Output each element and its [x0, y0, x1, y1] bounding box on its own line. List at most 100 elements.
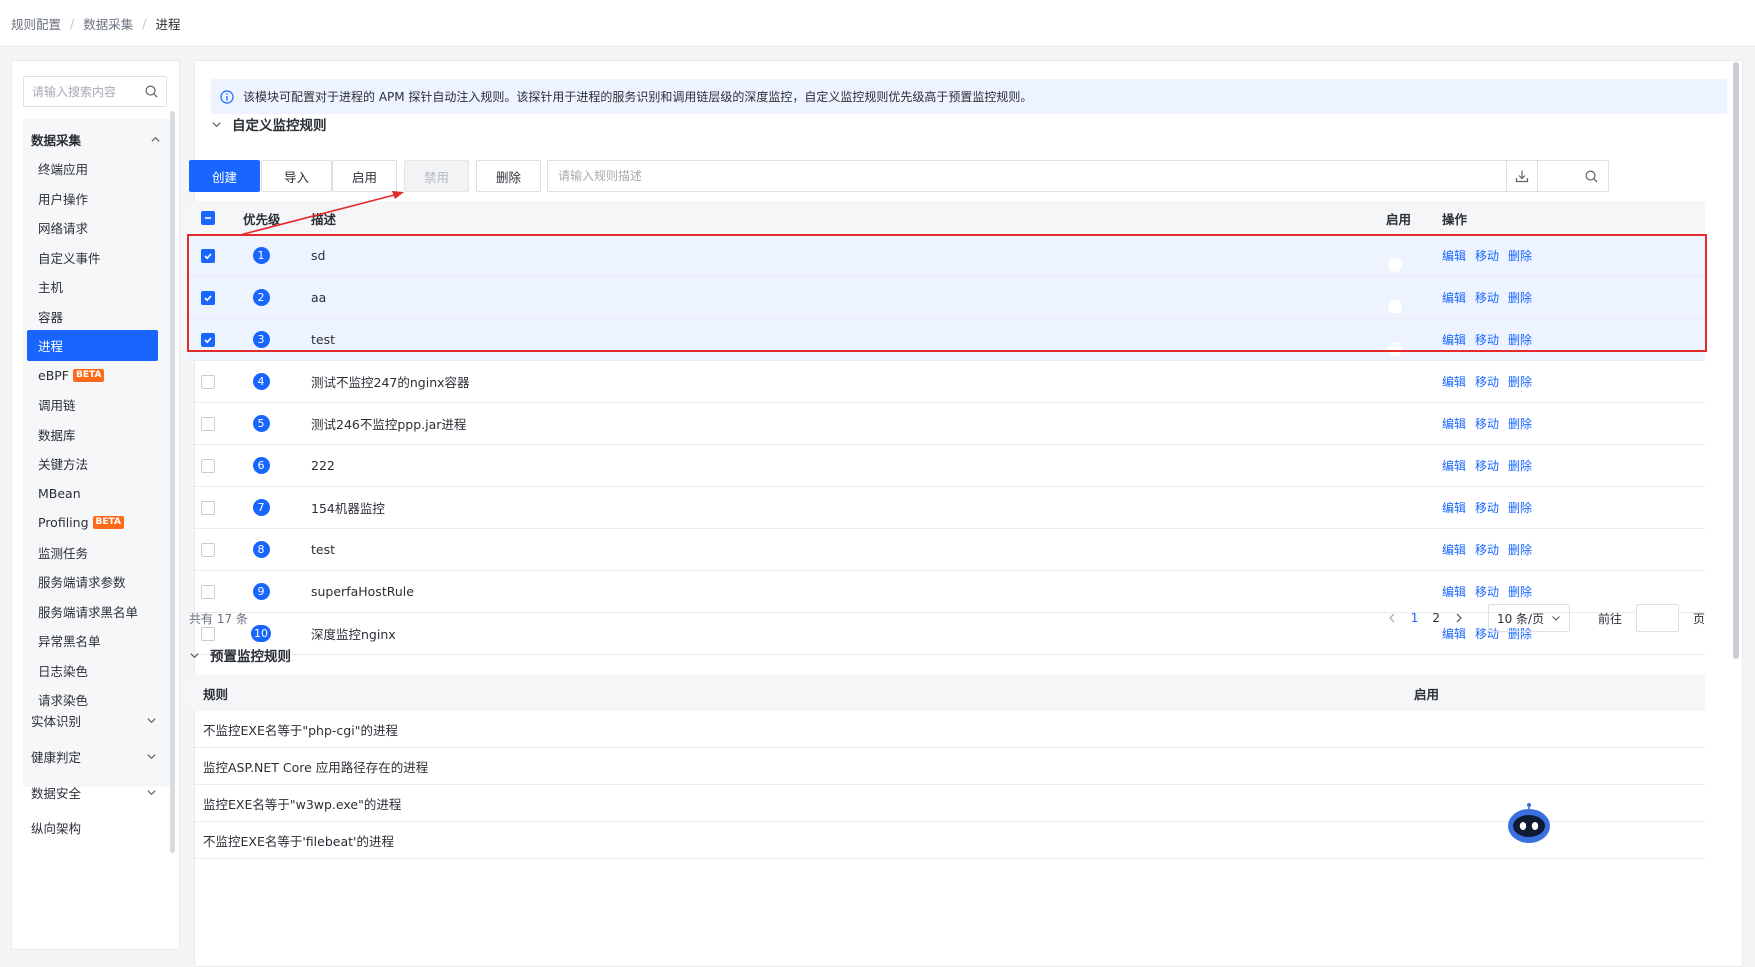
- sidebar-item-database[interactable]: 数据库: [27, 419, 158, 450]
- custom-section-header[interactable]: 自定义监控规则: [211, 115, 327, 134]
- beta-badge: BETA: [73, 369, 105, 382]
- sidebar-category-entity[interactable]: 实体识别: [23, 700, 165, 740]
- row-checkbox[interactable]: [201, 500, 215, 515]
- actions-cell: 编辑 移动 删除: [1442, 331, 1532, 348]
- move-link[interactable]: 移动: [1475, 247, 1499, 264]
- delete-link[interactable]: 删除: [1508, 331, 1532, 348]
- sidebar-item-server-blacklist[interactable]: 服务端请求黑名单: [27, 596, 158, 627]
- sidebar-search[interactable]: [23, 76, 167, 107]
- delete-link[interactable]: 删除: [1508, 457, 1532, 474]
- breadcrumb-item-collection[interactable]: 数据采集: [83, 14, 133, 33]
- table-header: 规则 启用: [189, 675, 1705, 711]
- row-checkbox[interactable]: [201, 416, 215, 431]
- edit-link[interactable]: 编辑: [1442, 247, 1466, 264]
- import-button[interactable]: 导入: [261, 160, 332, 192]
- column-header-desc: 描述: [311, 211, 337, 227]
- download-button[interactable]: [1506, 160, 1538, 192]
- chevron-right-icon[interactable]: [1454, 613, 1464, 623]
- description-cell: 154机器监控: [311, 501, 385, 516]
- sidebar-item-key-method[interactable]: 关键方法: [27, 448, 158, 479]
- sidebar-item-monitor-task[interactable]: 监测任务: [27, 537, 158, 568]
- edit-link[interactable]: 编辑: [1442, 583, 1466, 600]
- priority-badge: 2: [252, 289, 270, 306]
- row-checkbox[interactable]: [201, 542, 215, 557]
- sidebar-scrollbar[interactable]: [170, 111, 175, 853]
- sidebar-item-server-params[interactable]: 服务端请求参数: [27, 566, 158, 597]
- sidebar-item-custom-event[interactable]: 自定义事件: [27, 242, 158, 273]
- sidebar-category-health[interactable]: 健康判定: [23, 736, 165, 776]
- sidebar-item-log-coloring[interactable]: 日志染色: [27, 655, 158, 686]
- sidebar-item-terminal-app[interactable]: 终端应用: [27, 153, 158, 184]
- sidebar-item-user-action[interactable]: 用户操作: [27, 183, 158, 214]
- row-checkbox[interactable]: [201, 584, 215, 599]
- total-count: 共有 17 条: [189, 611, 248, 626]
- chevron-up-icon: [151, 136, 160, 142]
- delete-link[interactable]: 删除: [1508, 415, 1532, 432]
- move-link[interactable]: 移动: [1475, 583, 1499, 600]
- sidebar-item-ebpf[interactable]: eBPF BETA: [27, 360, 158, 391]
- sidebar-item-host[interactable]: 主机: [27, 271, 158, 302]
- page-2[interactable]: 2: [1432, 611, 1440, 625]
- delete-link[interactable]: 删除: [1508, 583, 1532, 600]
- row-checkbox[interactable]: [201, 248, 215, 263]
- sidebar-item-mbean[interactable]: MBean: [27, 478, 158, 509]
- goto-page-input[interactable]: [1635, 604, 1679, 632]
- move-link[interactable]: 移动: [1475, 373, 1499, 390]
- delete-link[interactable]: 删除: [1508, 247, 1532, 264]
- select-all-checkbox[interactable]: [201, 211, 215, 225]
- column-header-enabled: 启用: [1414, 686, 1440, 702]
- delete-link[interactable]: 删除: [1508, 541, 1532, 558]
- move-link[interactable]: 移动: [1475, 457, 1499, 474]
- move-link[interactable]: 移动: [1475, 331, 1499, 348]
- delete-button[interactable]: 删除: [476, 160, 541, 192]
- edit-link[interactable]: 编辑: [1442, 289, 1466, 306]
- sidebar-category-security[interactable]: 数据安全: [23, 772, 165, 812]
- delete-link[interactable]: 删除: [1508, 499, 1532, 516]
- move-link[interactable]: 移动: [1475, 499, 1499, 516]
- delete-link[interactable]: 删除: [1508, 373, 1532, 390]
- create-button[interactable]: 创建: [189, 160, 260, 192]
- row-checkbox[interactable]: [201, 458, 215, 473]
- row-checkbox[interactable]: [201, 374, 215, 389]
- sidebar-item-trace[interactable]: 调用链: [27, 389, 158, 420]
- edit-link[interactable]: 编辑: [1442, 331, 1466, 348]
- edit-link[interactable]: 编辑: [1442, 457, 1466, 474]
- rule-filter[interactable]: [547, 160, 1609, 192]
- page-size-select[interactable]: 10 条/页: [1487, 604, 1570, 632]
- enable-button[interactable]: 启用: [332, 160, 397, 192]
- edit-link[interactable]: 编辑: [1442, 415, 1466, 432]
- sidebar-item-network-request[interactable]: 网络请求: [27, 212, 158, 243]
- move-link[interactable]: 移动: [1475, 541, 1499, 558]
- main-scrollbar[interactable]: [1733, 62, 1739, 659]
- priority-badge: 1: [252, 247, 270, 264]
- sidebar-item-profiling[interactable]: Profiling BETA: [27, 507, 158, 538]
- rule-filter-input[interactable]: [558, 169, 1558, 183]
- delete-link[interactable]: 删除: [1508, 289, 1532, 306]
- edit-link[interactable]: 编辑: [1442, 541, 1466, 558]
- chevron-left-icon[interactable]: [1387, 613, 1397, 623]
- actions-cell: 编辑 移动 删除: [1442, 541, 1532, 558]
- move-link[interactable]: 移动: [1475, 415, 1499, 432]
- page-1[interactable]: 1: [1411, 611, 1419, 625]
- sidebar: 数据采集 终端应用 用户操作 网络请求 自定义事件 主机 容器 进程 eBPF B…: [11, 60, 180, 950]
- sidebar-category-label: 纵向架构: [31, 820, 82, 836]
- sidebar-item-exception-blacklist[interactable]: 异常黑名单: [27, 625, 158, 656]
- sidebar-item-process[interactable]: 进程: [27, 330, 158, 361]
- preset-section-header[interactable]: 预置监控规则: [189, 645, 291, 665]
- row-checkbox[interactable]: [201, 332, 215, 347]
- sidebar-search-input[interactable]: [32, 84, 140, 99]
- sidebar-category-architecture[interactable]: 纵向架构: [23, 807, 165, 847]
- search-icon[interactable]: [145, 85, 158, 98]
- breadcrumb-item-rules[interactable]: 规则配置: [11, 14, 61, 33]
- search-icon[interactable]: [1585, 170, 1598, 183]
- edit-link[interactable]: 编辑: [1442, 499, 1466, 516]
- edit-link[interactable]: 编辑: [1442, 373, 1466, 390]
- row-checkbox[interactable]: [201, 290, 215, 305]
- rule-cell: 不监控EXE名等于"php-cgi"的进程: [203, 722, 398, 738]
- sidebar-category-label: 健康判定: [31, 749, 82, 765]
- table-row: 3 test 编辑 移动 删除: [189, 319, 1705, 361]
- assistant-robot-icon[interactable]: [1506, 800, 1552, 846]
- sidebar-item-label: 自定义事件: [38, 251, 101, 266]
- sidebar-item-container[interactable]: 容器: [27, 301, 158, 332]
- move-link[interactable]: 移动: [1475, 289, 1499, 306]
